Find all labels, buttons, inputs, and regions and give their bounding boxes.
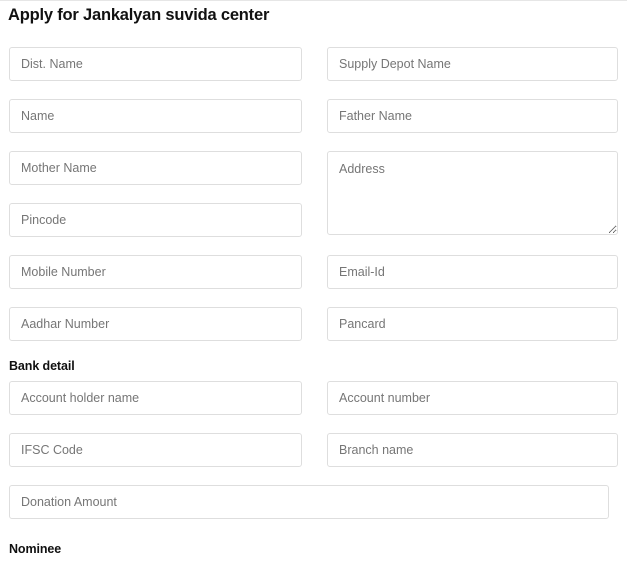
father-name-input[interactable] [327, 99, 618, 133]
account-holder-name-input[interactable] [9, 381, 302, 415]
form-row-branch [0, 433, 627, 467]
form-row-contact [0, 255, 627, 289]
bank-detail-heading: Bank detail [9, 359, 75, 373]
supply-depot-name-input[interactable] [327, 47, 618, 81]
field-wrapper-account-holder-name [9, 381, 302, 415]
form-row-name [0, 99, 627, 133]
field-wrapper-pancard [327, 307, 618, 341]
bank-detail-heading-row: Bank detail [0, 359, 627, 381]
form-row-district [0, 47, 627, 81]
field-wrapper-address [327, 151, 618, 235]
ifsc-code-input[interactable] [9, 433, 302, 467]
donation-amount-input[interactable] [9, 485, 609, 519]
form-body: Bank detail [0, 47, 627, 537]
field-wrapper-mobile-number [9, 255, 302, 289]
field-wrapper-father-name [327, 99, 618, 133]
form-row-identity [0, 307, 627, 341]
field-wrapper-account-number [327, 381, 618, 415]
mother-name-input[interactable] [9, 151, 302, 185]
form-row-mother-address [0, 151, 627, 237]
form-row-donation [0, 485, 627, 519]
field-group-mother-pincode [9, 151, 302, 237]
branch-name-input[interactable] [327, 433, 618, 467]
address-textarea[interactable] [327, 151, 618, 235]
pincode-input[interactable] [9, 203, 302, 237]
page-title: Apply for Jankalyan suvida center [8, 6, 270, 24]
field-wrapper-email-id [327, 255, 618, 289]
account-number-input[interactable] [327, 381, 618, 415]
pancard-input[interactable] [327, 307, 618, 341]
mobile-number-input[interactable] [9, 255, 302, 289]
form-row-account [0, 381, 627, 415]
name-input[interactable] [9, 99, 302, 133]
field-wrapper-aadhar-number [9, 307, 302, 341]
application-form-page: Apply for Jankalyan suvida center Dist. … [0, 0, 627, 557]
field-wrapper-branch-name [327, 433, 618, 467]
field-wrapper-ifsc-code [9, 433, 302, 467]
nominee-heading-row: Nominee [0, 542, 627, 564]
aadhar-number-input[interactable] [9, 307, 302, 341]
field-wrapper-supply-depot-name [327, 47, 618, 81]
field-wrapper-name [9, 99, 302, 133]
email-id-input[interactable] [327, 255, 618, 289]
dist-name-input[interactable] [9, 47, 302, 81]
field-wrapper-donation-amount [9, 485, 609, 519]
nominee-heading: Nominee [9, 542, 62, 556]
field-wrapper-dist-name [9, 47, 302, 81]
